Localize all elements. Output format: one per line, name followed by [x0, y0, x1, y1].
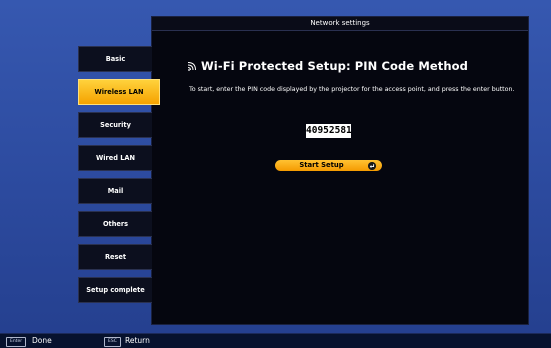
sidebar-item-security[interactable]: Security [78, 112, 152, 138]
start-setup-label: Start Setup [299, 161, 344, 169]
sidebar-item-label: Setup complete [86, 286, 145, 294]
instruction-text: To start, enter the PIN code displayed b… [189, 86, 515, 93]
enter-icon [368, 161, 376, 170]
sidebar-item-label: Wireless LAN [94, 88, 144, 96]
sidebar-menu: Basic Wireless LAN Security Wired LAN Ma… [78, 46, 160, 310]
sidebar-item-label: Wired LAN [95, 154, 136, 162]
footer-bar: Enter Done ESC Return [0, 333, 551, 348]
sidebar-item-label: Others [102, 220, 129, 228]
sidebar-item-mail[interactable]: Mail [78, 178, 152, 204]
heading-text: Wi-Fi Protected Setup: PIN Code Method [201, 59, 469, 73]
enter-key-badge: Enter [6, 336, 27, 347]
sidebar-item-wireless-lan[interactable]: Wireless LAN [78, 79, 160, 105]
sidebar-item-reset[interactable]: Reset [78, 244, 152, 270]
sidebar-item-label: Reset [104, 253, 127, 261]
done-label: Done [32, 336, 52, 345]
sidebar-item-basic[interactable]: Basic [78, 46, 152, 72]
panel-title: Network settings [152, 17, 528, 31]
sidebar-item-others[interactable]: Others [78, 211, 152, 237]
page-heading: Wi-Fi Protected Setup: PIN Code Method [187, 59, 468, 73]
esc-key-badge: ESC [104, 336, 121, 347]
wifi-signal-icon [187, 62, 196, 71]
pin-code-display: 40952581 [306, 124, 352, 138]
sidebar-item-label: Basic [105, 55, 126, 63]
start-setup-button[interactable]: Start Setup [275, 160, 382, 171]
sidebar-item-wired-lan[interactable]: Wired LAN [78, 145, 152, 171]
sidebar-item-label: Security [100, 121, 131, 129]
settings-panel: Network settings Wi-Fi Protected Setup: … [151, 16, 529, 325]
sidebar-item-label: Mail [107, 187, 124, 195]
sidebar-item-setup-complete[interactable]: Setup complete [78, 277, 152, 303]
return-label: Return [125, 336, 150, 345]
